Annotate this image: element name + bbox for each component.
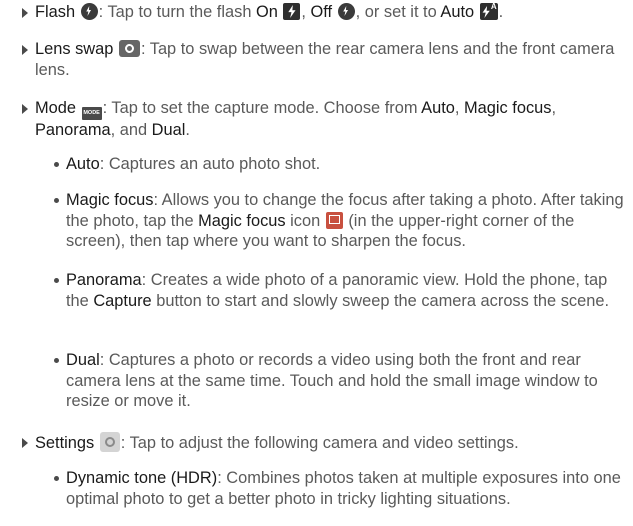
mode-sep-3: , and xyxy=(110,121,152,139)
term-mode-panorama: Panorama xyxy=(35,121,111,139)
bullet-dot xyxy=(54,198,59,203)
panorama-text-2: button to start and slowly sweep the cam… xyxy=(151,291,610,310)
flash-sep-2: , or set it to xyxy=(355,3,441,21)
mode-sep-2: , xyxy=(551,99,557,117)
mode-icon: MODE xyxy=(81,107,102,120)
bullet-triangle xyxy=(22,104,28,114)
term-hdr: Dynamic tone (HDR) xyxy=(66,469,218,487)
bullet-mode-text: Mode MODE: Tap to set the capture mode. … xyxy=(35,98,630,141)
term-flash-auto: Auto xyxy=(440,3,475,21)
magic-text-2: icon xyxy=(285,211,325,230)
sub-magic-text: Magic focus: Allows you to change the fo… xyxy=(66,190,630,252)
term-capture: Capture xyxy=(93,291,152,310)
dual-text: : Captures a photo or records a video us… xyxy=(66,351,598,410)
term-mode-dual: Dual xyxy=(151,121,186,139)
mode-end: . xyxy=(185,121,190,139)
bullet-triangle xyxy=(22,8,28,18)
flash-auto-icon xyxy=(479,3,498,20)
sub-panorama-text: Panorama: Creates a wide photo of a pano… xyxy=(66,270,630,311)
term-panorama: Panorama xyxy=(66,271,142,289)
flash-off-icon xyxy=(337,3,355,20)
term-flash-on: On xyxy=(255,3,278,21)
bullet-settings-text: Settings : Tap to adjust the following c… xyxy=(35,432,630,454)
lens-swap-icon xyxy=(118,40,140,57)
term-magic-focus: Magic focus xyxy=(66,191,154,209)
auto-text: : Captures an auto photo shot. xyxy=(99,155,321,173)
bullet-triangle xyxy=(22,438,28,448)
term-mode: Mode xyxy=(35,99,77,117)
term-mode-magic: Magic focus xyxy=(464,99,552,117)
term-settings: Settings xyxy=(35,434,95,452)
flash-off-icon xyxy=(80,3,98,20)
sub-dual-text: Dual: Captures a photo or records a vide… xyxy=(66,350,630,412)
term-flash: Flash xyxy=(35,3,76,21)
flash-end: . xyxy=(498,3,504,21)
term-mode-auto: Auto xyxy=(421,99,455,117)
term-flash-off: Off xyxy=(310,3,333,21)
term-dual: Dual xyxy=(66,351,100,369)
settings-gear-icon xyxy=(99,432,120,452)
settings-text: : Tap to adjust the following camera and… xyxy=(120,434,519,452)
bullet-lens-text: Lens swap : Tap to swap between the rear… xyxy=(35,39,630,80)
bullet-triangle xyxy=(22,45,28,55)
mode-sep-1: , xyxy=(454,99,464,117)
flash-sep-1: , xyxy=(301,3,311,21)
sub-auto-text: Auto: Captures an auto photo shot. xyxy=(66,154,630,175)
flash-on-icon xyxy=(283,3,301,20)
term-magic-focus-2: Magic focus xyxy=(198,211,286,230)
term-auto: Auto xyxy=(66,155,100,173)
magic-focus-icon xyxy=(325,211,343,229)
bullet-dot xyxy=(54,358,59,363)
sub-hdr-text: Dynamic tone (HDR): Combines photos take… xyxy=(66,468,630,509)
flash-text-1: : Tap to turn the flash xyxy=(98,3,256,21)
bullet-dot xyxy=(54,162,59,167)
term-lens-swap: Lens swap xyxy=(35,40,114,58)
bullet-dot xyxy=(54,278,59,283)
bullet-dot xyxy=(54,476,59,481)
bullet-flash-text: Flash : Tap to turn the flash On , Off ,… xyxy=(35,2,630,23)
mode-text-1: : Tap to set the capture mode. Choose fr… xyxy=(102,99,422,117)
